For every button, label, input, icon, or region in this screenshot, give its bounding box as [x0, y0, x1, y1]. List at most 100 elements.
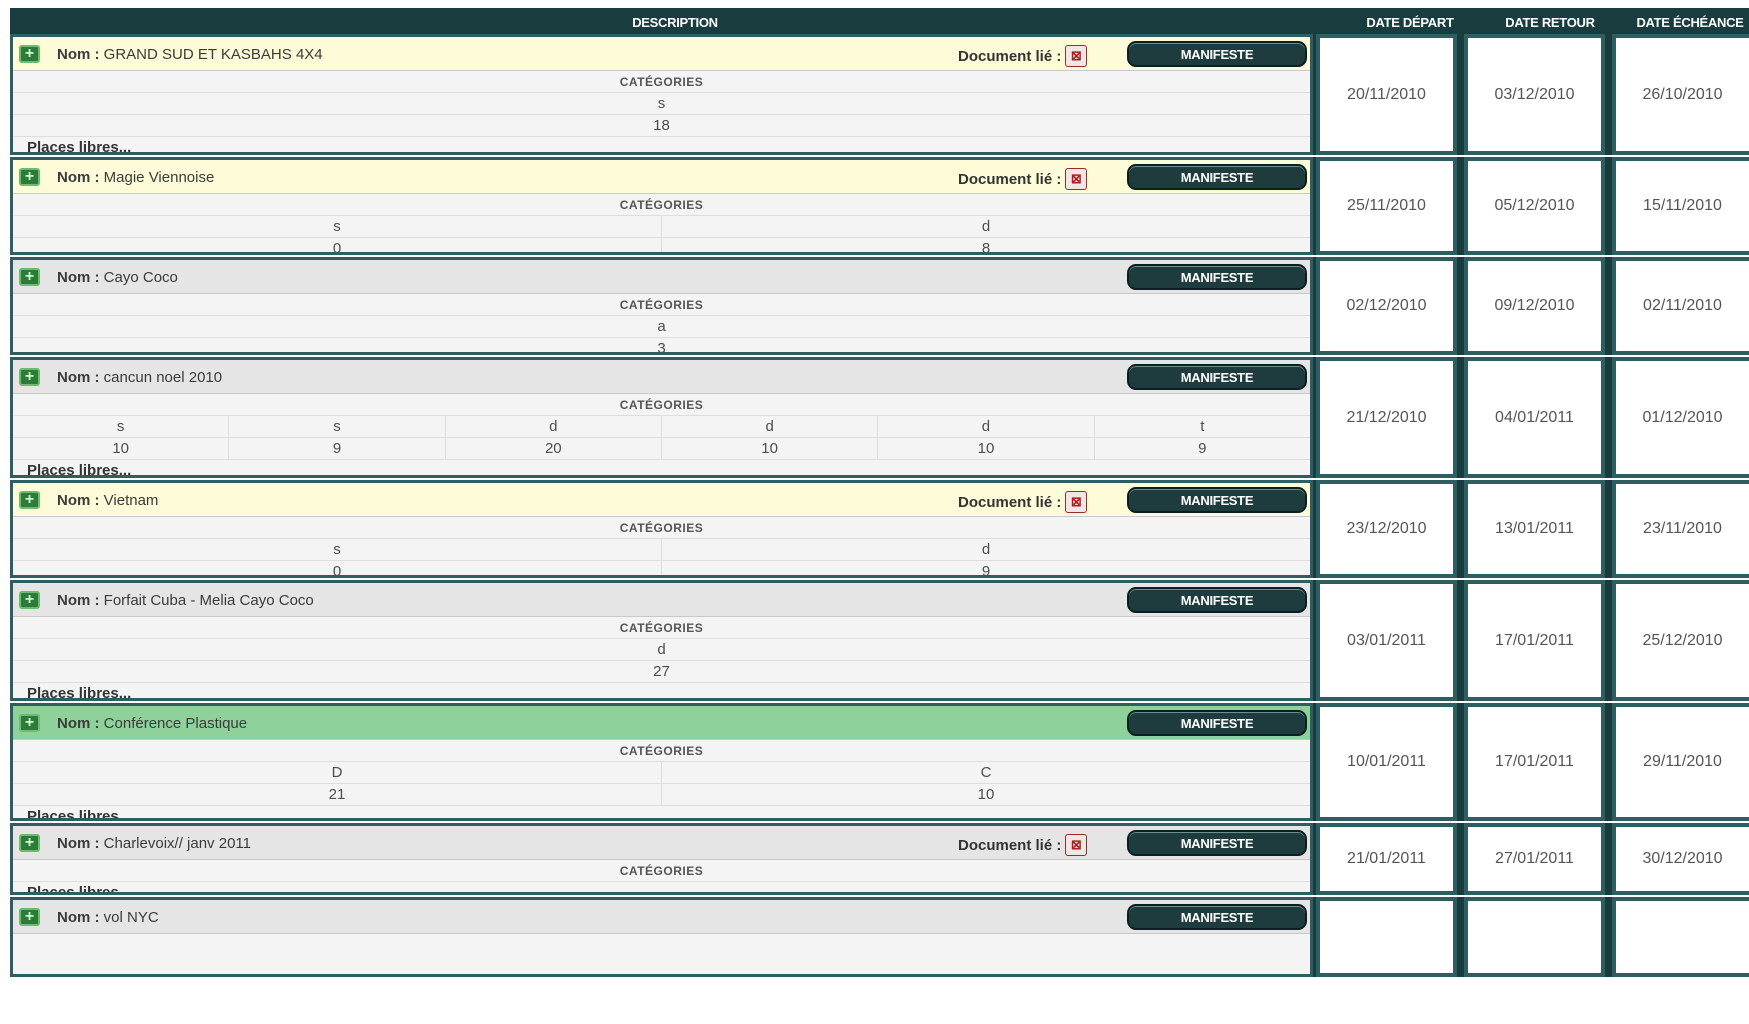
- pdf-document-icon[interactable]: ⊠: [1065, 45, 1088, 67]
- category-value: 9: [229, 438, 446, 459]
- category-name: s: [13, 216, 662, 237]
- manifeste-button[interactable]: MANIFESTE: [1127, 41, 1307, 67]
- date-echeance-cell: 25/12/2010: [1612, 580, 1749, 701]
- category-name: s: [13, 539, 662, 560]
- date-depart-cell: 20/11/2010: [1316, 34, 1457, 155]
- category-value: 10: [977, 786, 995, 803]
- category-names-row: d: [13, 639, 1310, 661]
- category-value: 9: [981, 563, 991, 578]
- nom-label: Nom :: [57, 835, 100, 852]
- date-depart-cell: [1316, 897, 1457, 977]
- category-value: 9: [1198, 440, 1207, 457]
- category-values-row: 18: [13, 115, 1310, 137]
- category-name: a: [657, 318, 666, 335]
- trip-row: + Nom : Vietnam Document lié : ⊠ MANIFES…: [10, 480, 1749, 578]
- expand-plus-icon[interactable]: +: [19, 368, 40, 386]
- trip-name: Nom : Charlevoix// janv 2011: [57, 835, 251, 852]
- trip-name: Nom : vol NYC: [57, 909, 159, 926]
- expand-plus-icon[interactable]: +: [19, 908, 40, 926]
- expand-plus-icon[interactable]: +: [19, 491, 40, 509]
- trip-name: Nom : Forfait Cuba - Melia Cayo Coco: [57, 592, 314, 609]
- trip-description: + Nom : vol NYC MANIFESTE: [10, 897, 1313, 977]
- date-retour-cell: 03/12/2010: [1464, 34, 1605, 155]
- document-label: Document lié :: [958, 493, 1062, 511]
- category-values-row: 10 9 20 10 10 9: [13, 438, 1310, 460]
- places-libres-link[interactable]: Places libres...: [13, 683, 1310, 698]
- trip-row: + Nom : Forfait Cuba - Melia Cayo Coco M…: [10, 580, 1749, 701]
- pdf-document-icon[interactable]: ⊠: [1065, 168, 1088, 190]
- manifeste-button[interactable]: MANIFESTE: [1127, 487, 1307, 513]
- trip-name: Nom : Vietnam: [57, 492, 158, 509]
- trip-description: + Nom : cancun noel 2010 MANIFESTE CATÉG…: [10, 357, 1313, 478]
- manifeste-button[interactable]: MANIFESTE: [1127, 830, 1307, 856]
- manifeste-button[interactable]: MANIFESTE: [1127, 164, 1307, 190]
- category-name: d: [446, 416, 662, 437]
- places-libres-link[interactable]: Places libres...: [13, 460, 1310, 475]
- manifeste-button[interactable]: MANIFESTE: [1127, 710, 1307, 736]
- places-libres-link[interactable]: Places libres...: [13, 137, 1310, 152]
- manifeste-button[interactable]: MANIFESTE: [1127, 364, 1307, 390]
- category-value: 21: [13, 784, 662, 805]
- expand-plus-icon[interactable]: +: [19, 168, 40, 186]
- expand-plus-icon[interactable]: +: [19, 834, 40, 852]
- category-names-row: a: [13, 316, 1310, 338]
- trip-row: + Nom : cancun noel 2010 MANIFESTE CATÉG…: [10, 357, 1749, 478]
- date-retour-cell: 09/12/2010: [1464, 257, 1605, 355]
- category-name: C: [980, 764, 992, 781]
- document-label: Document lié :: [958, 170, 1062, 188]
- date-retour-cell: 13/01/2011: [1464, 480, 1605, 578]
- pdf-document-icon[interactable]: ⊠: [1065, 491, 1088, 513]
- categories-heading: CATÉGORIES: [13, 194, 1310, 216]
- date-depart-cell: 03/01/2011: [1316, 580, 1457, 701]
- trip-row: + Nom : Magie Viennoise Document lié : ⊠…: [10, 157, 1749, 255]
- categories-heading: CATÉGORIES: [13, 294, 1310, 316]
- document-label: Document lié :: [958, 47, 1062, 65]
- trip-name: Nom : Cayo Coco: [57, 269, 178, 286]
- category-values-row: 08: [13, 238, 1310, 252]
- trip-description: + Nom : Cayo Coco MANIFESTE CATÉGORIES a 3: [10, 257, 1313, 355]
- pdf-document-icon[interactable]: ⊠: [1065, 834, 1088, 856]
- nom-label: Nom :: [57, 715, 100, 732]
- expand-plus-icon[interactable]: +: [19, 591, 40, 609]
- places-libres-link[interactable]: Places libres...: [13, 882, 1310, 892]
- category-name: s: [229, 416, 446, 437]
- category-name: d: [878, 416, 1095, 437]
- manifeste-button[interactable]: MANIFESTE: [1127, 587, 1307, 613]
- category-name: s: [13, 416, 230, 437]
- manifeste-button[interactable]: MANIFESTE: [1127, 264, 1307, 290]
- nom-label: Nom :: [57, 909, 100, 926]
- category-value: 10: [662, 438, 879, 459]
- trip-title-bar: + Nom : Conférence Plastique MANIFESTE: [13, 706, 1310, 740]
- trip-row: + Nom : GRAND SUD ET KASBAHS 4X4 Documen…: [10, 34, 1749, 155]
- trip-name-value: Conférence Plastique: [103, 715, 248, 732]
- date-retour-cell: 27/01/2011: [1464, 823, 1605, 895]
- trip-name: Nom : Magie Viennoise: [57, 169, 214, 186]
- expand-plus-icon[interactable]: +: [19, 268, 40, 286]
- linked-document: Document lié : ⊠: [958, 491, 1088, 513]
- places-libres-link[interactable]: Places libres...: [13, 806, 1310, 818]
- category-value: 20: [446, 438, 662, 459]
- date-echeance-cell: 23/11/2010: [1612, 480, 1749, 578]
- category-name: d: [657, 641, 666, 658]
- column-header-date-echeance: DATE ÉCHÉANCE: [1620, 8, 1749, 36]
- expand-plus-icon[interactable]: +: [19, 714, 40, 732]
- category-value: 10: [13, 438, 230, 459]
- trip-name-value: Charlevoix// janv 2011: [103, 835, 251, 852]
- manifeste-button[interactable]: MANIFESTE: [1127, 904, 1307, 930]
- category-name: d: [981, 541, 991, 558]
- trip-description: + Nom : Charlevoix// janv 2011 Document …: [10, 823, 1313, 895]
- trip-name-value: GRAND SUD ET KASBAHS 4X4: [103, 46, 323, 63]
- date-depart-cell: 21/12/2010: [1316, 357, 1457, 478]
- category-name: t: [1200, 418, 1205, 435]
- category-values-row: 09: [13, 561, 1310, 578]
- date-depart-cell: 02/12/2010: [1316, 257, 1457, 355]
- trip-name: Nom : GRAND SUD ET KASBAHS 4X4: [57, 46, 323, 63]
- trip-name-value: Magie Viennoise: [103, 169, 215, 186]
- date-echeance-cell: 29/11/2010: [1612, 703, 1749, 821]
- category-values-row: 21 10: [13, 784, 1310, 806]
- nom-label: Nom :: [57, 369, 100, 386]
- categories-heading: CATÉGORIES: [13, 71, 1310, 93]
- date-depart-cell: 25/11/2010: [1316, 157, 1457, 255]
- date-retour-cell: 05/12/2010: [1464, 157, 1605, 255]
- expand-plus-icon[interactable]: +: [19, 45, 40, 63]
